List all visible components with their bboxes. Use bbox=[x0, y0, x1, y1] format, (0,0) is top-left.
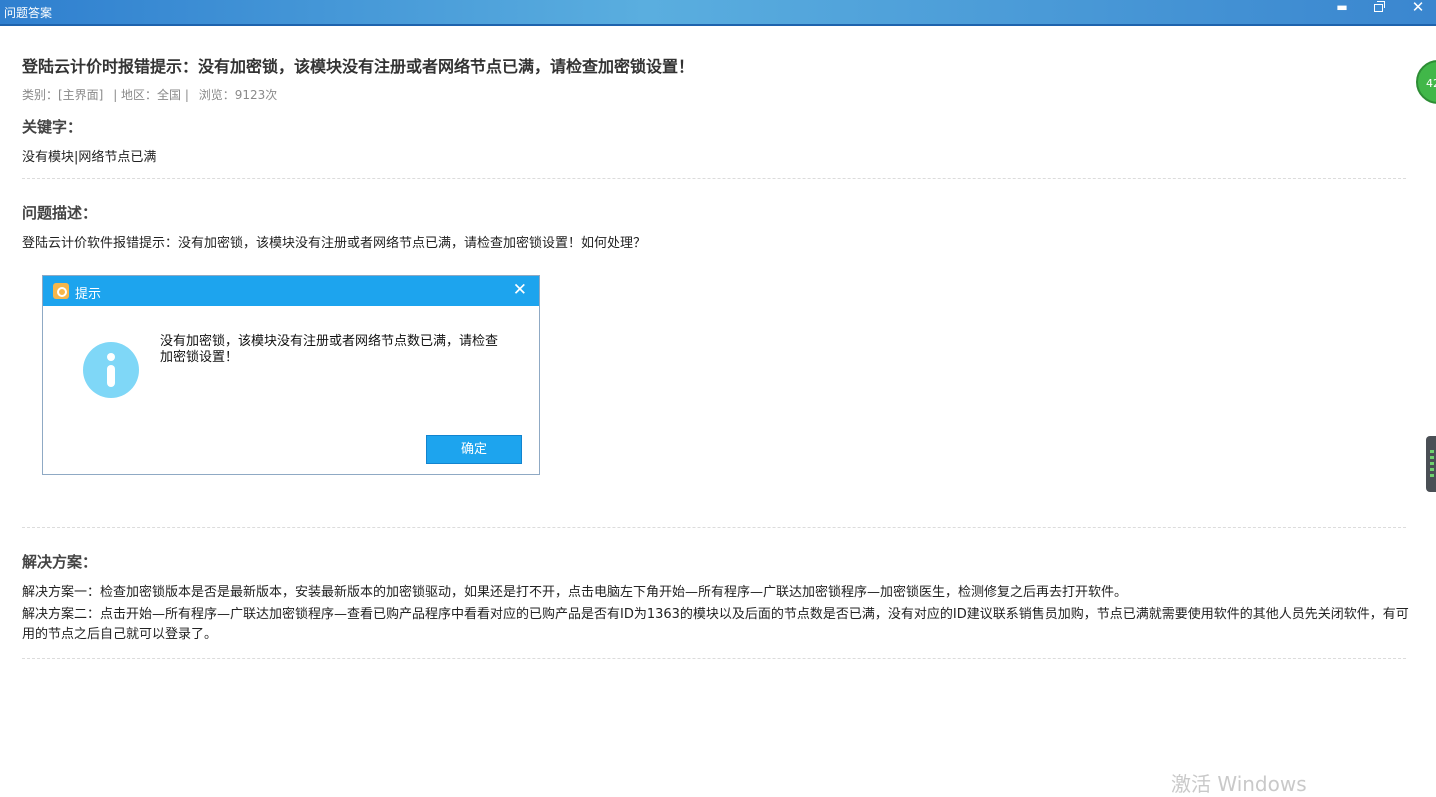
meta-category: 类别：[主界面] bbox=[22, 88, 104, 102]
dialog-message: 没有加密锁，该模块没有注册或者网络节点数已满，请检查加密锁设置！ bbox=[160, 334, 499, 365]
divider bbox=[22, 527, 1406, 528]
dialog-ok-button: 确定 bbox=[426, 435, 522, 464]
dialog-close-icon: ✕ bbox=[512, 280, 527, 300]
restore-icon bbox=[1373, 1, 1385, 12]
dialog-title: 提示 bbox=[75, 287, 102, 302]
meta-views: 浏览：9123次 bbox=[198, 88, 278, 102]
solution-2: 解决方案二：点击开始—所有程序—广联达加密锁程序—查看已购产品程序中看看对应的已… bbox=[22, 607, 1409, 642]
window-titlebar: 问题答案 ▬ ✕ bbox=[0, 0, 1436, 26]
error-dialog-screenshot: 提示 ✕ 没有加密锁，该模块没有注册或者网络节点数已满，请检查加密锁设置！ 确定 bbox=[42, 275, 540, 475]
article-title: 登陆云计价时报错提示：没有加密锁，该模块没有注册或者网络节点已满，请检查加密锁设… bbox=[22, 57, 695, 76]
keywords-text: 没有模块|网络节点已满 bbox=[22, 150, 157, 165]
solution-heading: 解决方案： bbox=[22, 553, 98, 571]
description-heading: 问题描述： bbox=[22, 204, 98, 222]
description-text: 登陆云计价软件报错提示：没有加密锁，该模块没有注册或者网络节点已满，请检查加密锁… bbox=[22, 236, 647, 251]
article-meta: 类别：[主界面] | 地区：全国 | 浏览：9123次 bbox=[22, 86, 283, 103]
floating-badge[interactable]: 42 bbox=[1416, 60, 1436, 104]
side-scroll-handle[interactable] bbox=[1426, 436, 1436, 492]
activate-windows-watermark: 激活 Windows bbox=[1171, 772, 1307, 796]
divider bbox=[22, 658, 1406, 659]
restore-button[interactable] bbox=[1364, 0, 1392, 16]
info-icon bbox=[83, 342, 139, 398]
meta-region: | 地区：全国 | bbox=[113, 88, 189, 102]
window-title: 问题答案 bbox=[4, 6, 53, 20]
keywords-heading: 关键字： bbox=[22, 118, 83, 136]
dialog-header: 提示 ✕ bbox=[43, 276, 539, 306]
minimize-button[interactable]: ▬ bbox=[1328, 0, 1356, 16]
divider bbox=[22, 178, 1406, 179]
close-window-button[interactable]: ✕ bbox=[1404, 0, 1432, 16]
app-icon bbox=[53, 283, 69, 299]
solution-1: 解决方案一：检查加密锁版本是否是最新版本，安装最新版本的加密锁驱动，如果还是打不… bbox=[22, 585, 1128, 600]
